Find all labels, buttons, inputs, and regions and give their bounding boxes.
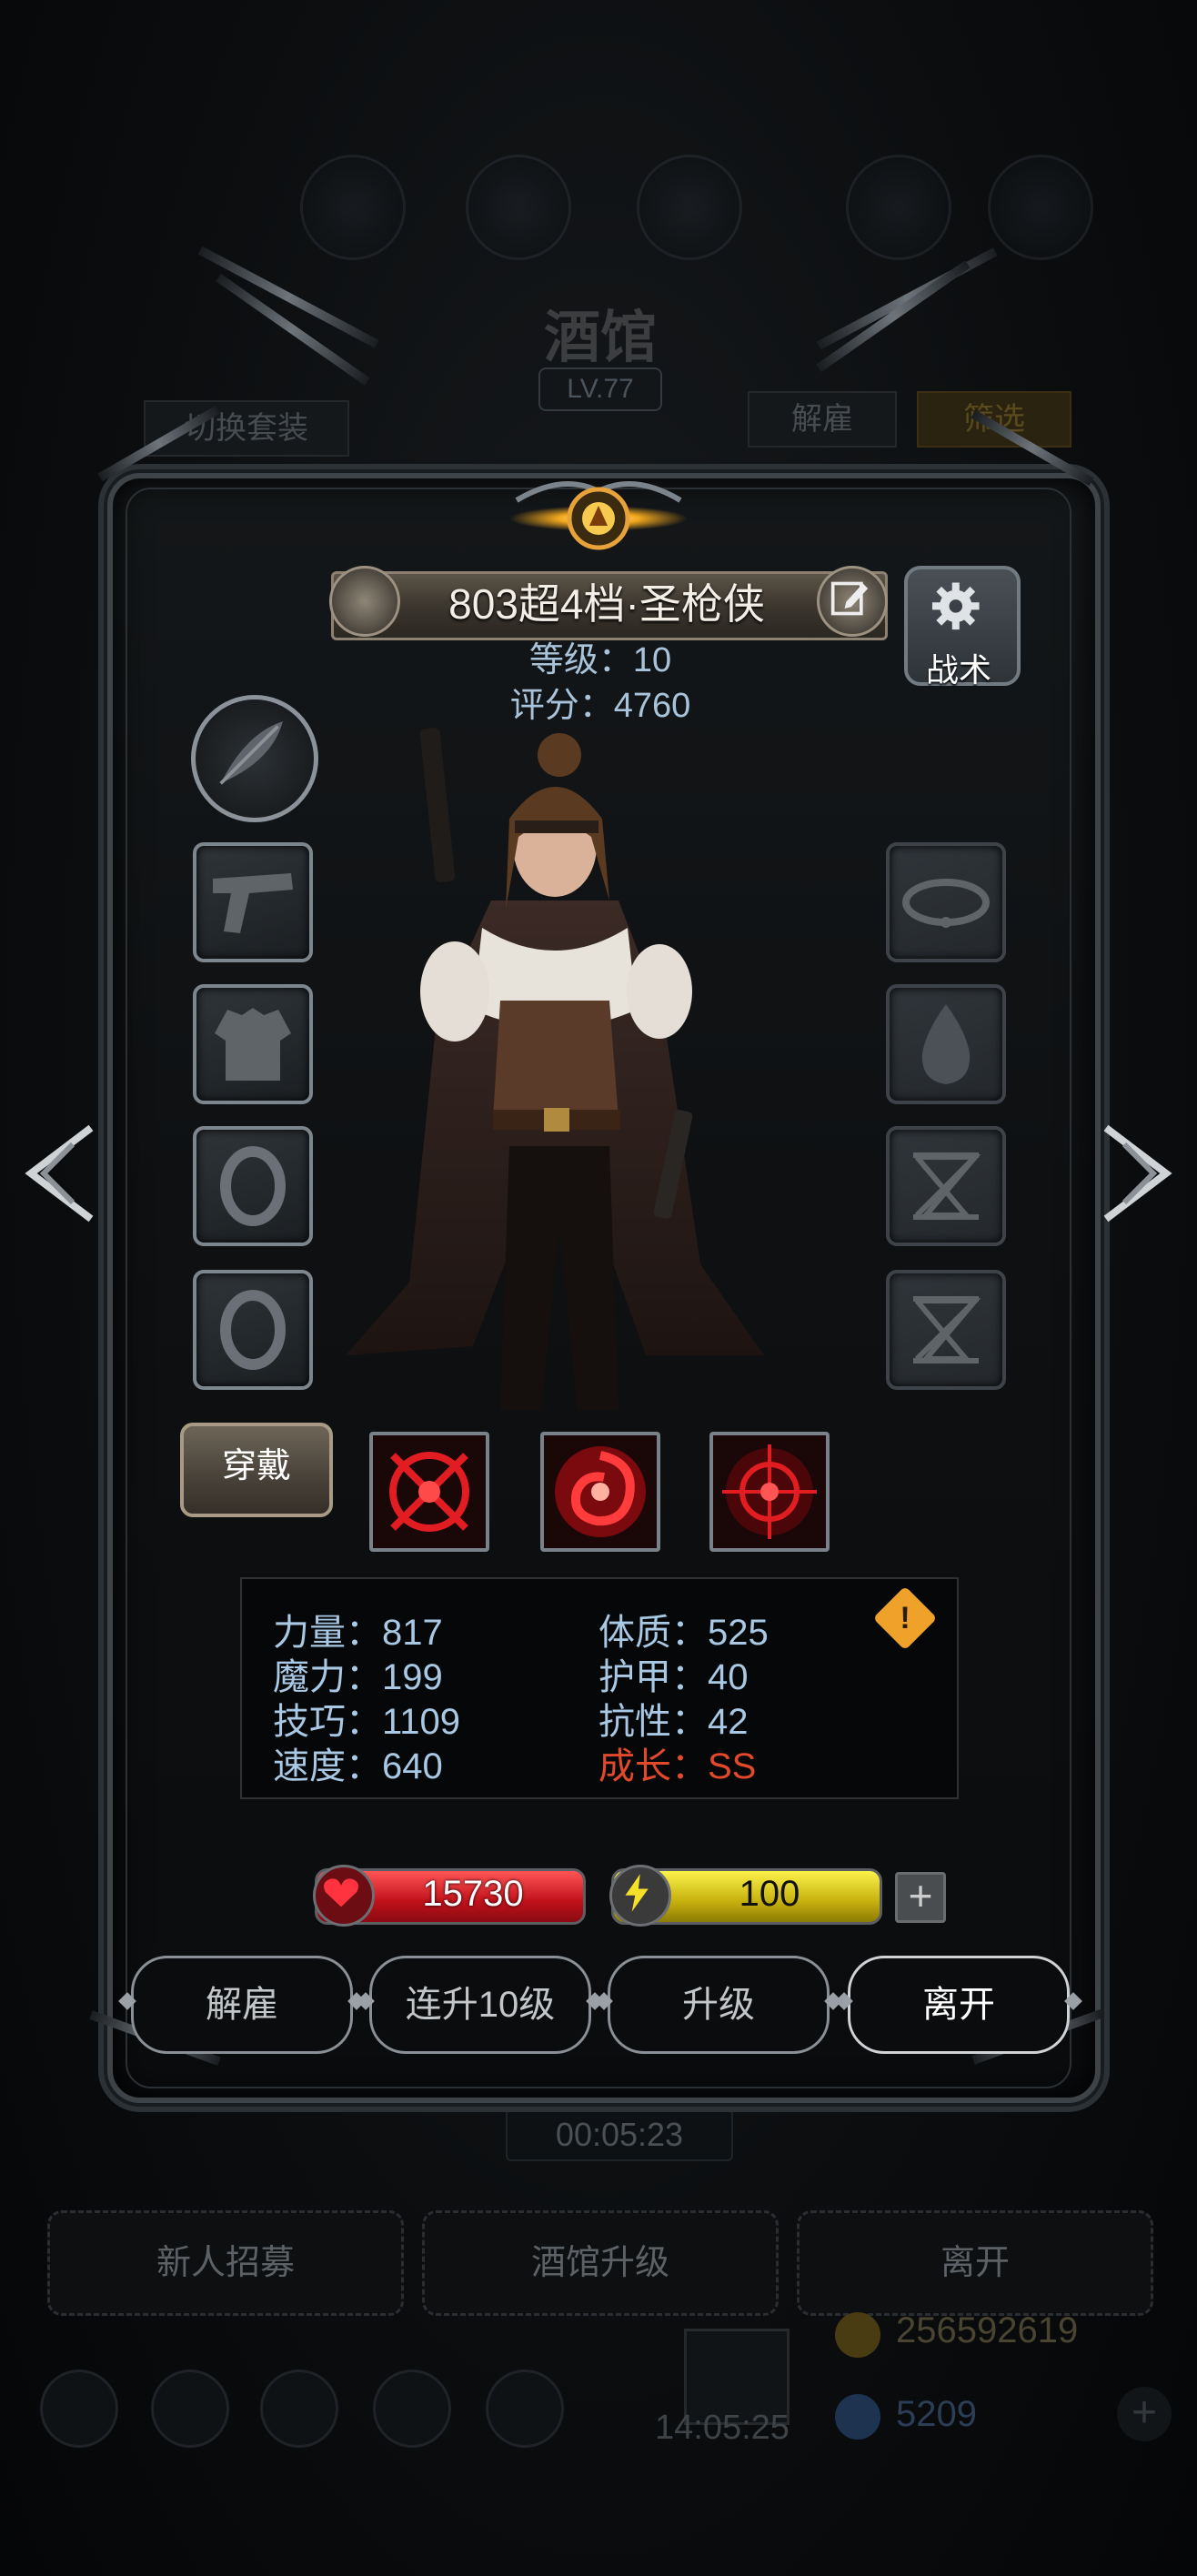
add-currency-icon: + <box>1117 2387 1172 2441</box>
add-energy-button[interactable]: + <box>895 1872 946 1923</box>
lightning-icon <box>609 1865 671 1927</box>
dock-icon <box>373 2370 451 2448</box>
bracelet-icon <box>902 879 990 928</box>
flame-icon <box>921 1004 971 1084</box>
feather-icon <box>219 721 283 785</box>
dock-icon <box>151 2370 229 2448</box>
flame-slot[interactable] <box>886 984 1006 1104</box>
tactics-label: 战术 <box>925 651 991 689</box>
energy-value: 100 <box>739 1874 800 1914</box>
level-up-10-button[interactable]: 连升10级 <box>369 1956 591 2054</box>
leave-tavern-button: 离开 <box>797 2210 1153 2316</box>
prev-hero-arrow-icon[interactable] <box>13 1119 104 1228</box>
leave-button[interactable]: 离开 <box>848 1956 1070 2054</box>
top-nav-orb <box>846 155 951 260</box>
hero-portrait <box>346 727 764 1410</box>
dismiss-bg-button: 解雇 <box>748 391 897 448</box>
tavern-upgrade-button: 酒馆升级 <box>422 2210 779 2316</box>
dock-icon <box>260 2370 338 2448</box>
filter-button: 筛选 <box>917 391 1071 448</box>
ring-icon <box>220 1146 286 1226</box>
next-hero-arrow-icon[interactable] <box>1093 1119 1184 1228</box>
ring-slot[interactable] <box>193 1270 313 1390</box>
wear-button[interactable]: 穿戴 <box>180 1423 333 1517</box>
top-nav-orb <box>988 155 1093 260</box>
gem-amount: 5209 <box>896 2394 977 2434</box>
weapon-slot[interactable] <box>193 842 313 962</box>
hourglass-icon <box>913 1296 981 1363</box>
top-nav-orb <box>300 155 406 260</box>
recruit-timer: 00:05:23 <box>506 2108 733 2161</box>
feather-slot[interactable] <box>191 695 318 822</box>
hero-name: 803超4档·圣枪侠 <box>448 580 765 628</box>
armor-slot[interactable] <box>193 984 313 1104</box>
clock-text: 14:05:25 <box>655 2409 790 2447</box>
level-up-button[interactable]: 升级 <box>608 1956 830 2054</box>
new-recruit-button: 新人招募 <box>47 2210 404 2316</box>
hp-value: 15730 <box>422 1874 524 1914</box>
crosshair-skill-icon <box>389 1452 469 1532</box>
top-nav-orb <box>466 155 571 260</box>
pistol-icon <box>213 873 293 933</box>
crest-emblem-icon <box>509 481 688 550</box>
dock-icon <box>486 2370 564 2448</box>
gem-icon <box>835 2394 880 2440</box>
skill-slot[interactable] <box>709 1432 830 1552</box>
skill-slot[interactable] <box>540 1432 660 1552</box>
vortex-skill-icon <box>555 1446 646 1537</box>
edit-name-icon[interactable] <box>817 566 888 637</box>
gold-amount: 256592619 <box>896 2310 1079 2350</box>
hero-level: 等级：10 <box>528 641 672 679</box>
armor-icon <box>215 1008 291 1081</box>
hourglass-icon <box>913 1152 981 1220</box>
heart-icon <box>313 1865 375 1927</box>
gold-coin-icon <box>835 2312 880 2358</box>
ring-slot[interactable] <box>193 1126 313 1246</box>
stat-growth: 成长：SS <box>598 1746 757 1786</box>
skill-slot[interactable] <box>369 1432 489 1552</box>
dock-icon <box>40 2370 118 2448</box>
hourglass-slot[interactable] <box>886 1270 1006 1390</box>
target-skill-icon <box>722 1444 817 1539</box>
hourglass-slot[interactable] <box>886 1126 1006 1246</box>
stat-speed: 速度：640 <box>273 1746 443 1786</box>
dismiss-button[interactable]: 解雇 <box>131 1956 353 2054</box>
top-nav-orb <box>637 155 742 260</box>
warning-mark: ! <box>900 1601 910 1635</box>
tavern-title: 酒馆 <box>543 304 657 370</box>
tavern-level: LV.77 <box>538 367 662 411</box>
ring-icon <box>220 1290 286 1370</box>
bracelet-slot[interactable] <box>886 842 1006 962</box>
